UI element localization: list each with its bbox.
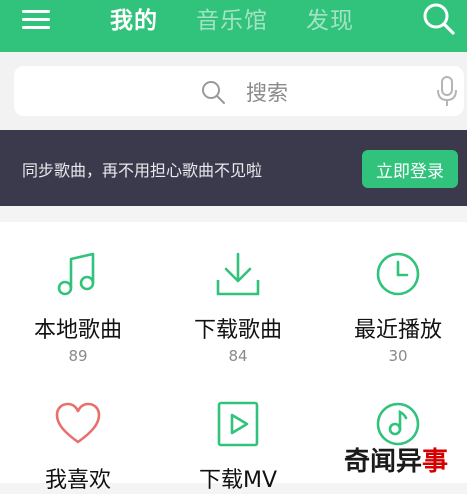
grid-item-label: 我喜欢 <box>44 468 111 493</box>
login-banner: 同步歌曲，再不用担心歌曲不见啦 立即登录 <box>0 130 467 206</box>
grid-item-label: 最近播放 <box>353 318 442 343</box>
grid-item-local-songs[interactable]: 本地歌曲 89 <box>0 222 156 382</box>
top-tabs: 我的 音乐馆 发现 <box>110 1 392 35</box>
download-icon <box>216 252 260 296</box>
grid-item-downloaded-mv[interactable]: 下载MV <box>160 382 316 493</box>
grid-item-label: 下载歌曲 <box>193 318 282 343</box>
search-icon[interactable] <box>422 2 456 36</box>
hamburger-menu-icon[interactable] <box>22 8 52 32</box>
grid-item-count: 84 <box>228 347 248 365</box>
tab-discover[interactable]: 发现 <box>306 1 354 35</box>
top-nav-bar: 我的 音乐馆 发现 <box>0 0 467 52</box>
heart-icon <box>55 402 101 444</box>
clock-icon <box>376 252 420 296</box>
grid-item-label: 本地歌曲 <box>33 318 122 343</box>
search-input[interactable]: 搜索 <box>14 66 464 116</box>
music-note-icon <box>57 252 95 296</box>
search-placeholder: 搜索 <box>246 81 288 105</box>
grid-item-count: 30 <box>388 347 408 365</box>
watermark-text-red: 事 <box>422 447 449 477</box>
grid-item-recent-plays[interactable]: 最近播放 30 <box>320 222 467 382</box>
watermark-text: 奇闻异 <box>344 447 423 477</box>
grid-item-label: 下载MV <box>198 468 278 493</box>
watermark: 奇闻异事 <box>344 441 448 478</box>
tab-my[interactable]: 我的 <box>110 1 158 35</box>
login-button[interactable]: 立即登录 <box>362 150 458 188</box>
microphone-icon[interactable] <box>433 75 461 109</box>
play-video-icon <box>217 401 259 447</box>
search-section: 搜索 <box>0 52 467 130</box>
grid-item-favorites[interactable]: 我喜欢 <box>0 382 156 493</box>
grid-item-count: 89 <box>68 347 88 365</box>
grid-item-downloaded-songs[interactable]: 下载歌曲 84 <box>160 222 316 382</box>
magnifier-icon <box>202 81 225 104</box>
banner-message: 同步歌曲，再不用担心歌曲不见啦 <box>22 161 263 180</box>
tab-music-hall[interactable]: 音乐馆 <box>196 1 268 35</box>
